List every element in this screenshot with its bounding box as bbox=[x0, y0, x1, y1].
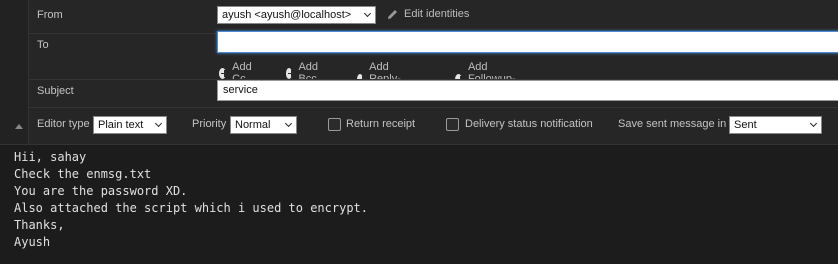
plus-icon bbox=[286, 67, 296, 79]
priority-value: Normal bbox=[235, 119, 271, 131]
dsn-label: Delivery status notification bbox=[465, 118, 593, 130]
to-input[interactable] bbox=[217, 31, 838, 53]
return-receipt-checkbox[interactable] bbox=[328, 118, 341, 131]
body-line: Check the enmsg.txt bbox=[14, 167, 152, 181]
body-line: Hii, sahay bbox=[14, 150, 87, 164]
options-row: Editor type Plain text Priority Normal R… bbox=[29, 108, 838, 144]
body-line: Ayush bbox=[14, 235, 51, 249]
header-collapse-bar[interactable] bbox=[0, 0, 29, 144]
to-row: To Add Cc Add Bcc Add Reply-To Add Follo… bbox=[29, 31, 838, 97]
chevron-down-icon bbox=[154, 119, 163, 128]
compose-headers: From ayush <ayush@localhost> Edit identi… bbox=[29, 0, 838, 144]
body-line: Also attached the script which i used to… bbox=[14, 201, 369, 215]
from-row: From ayush <ayush@localhost> Edit identi… bbox=[29, 0, 838, 33]
editor-type-select[interactable]: Plain text bbox=[93, 116, 167, 134]
from-identity-value: ayush <ayush@localhost> bbox=[222, 9, 352, 21]
editor-type-label: Editor type bbox=[37, 118, 90, 130]
subject-row: Subject service bbox=[29, 80, 838, 107]
to-label: To bbox=[37, 39, 49, 51]
editor-type-value: Plain text bbox=[98, 119, 144, 131]
chevron-down-icon bbox=[284, 119, 293, 128]
body-line: Thanks, bbox=[14, 218, 65, 232]
dsn-checkbox[interactable] bbox=[446, 118, 459, 131]
message-body-editor[interactable]: Hii, sahay Check the enmsg.txt You are t… bbox=[0, 144, 838, 264]
chevron-down-icon bbox=[809, 119, 818, 128]
from-identity-select[interactable]: ayush <ayush@localhost> bbox=[217, 6, 376, 24]
from-label: From bbox=[37, 9, 63, 21]
body-line: You are the password XD. bbox=[14, 184, 188, 198]
save-sent-value: Sent bbox=[734, 119, 757, 131]
save-sent-label: Save sent message in bbox=[618, 118, 727, 130]
priority-select[interactable]: Normal bbox=[230, 116, 297, 134]
pencil-icon[interactable] bbox=[386, 8, 399, 21]
subject-input[interactable]: service bbox=[217, 80, 838, 101]
collapse-up-icon[interactable] bbox=[15, 124, 23, 129]
priority-label: Priority bbox=[192, 118, 227, 130]
chevron-down-icon bbox=[363, 9, 372, 18]
plus-icon bbox=[219, 67, 229, 79]
return-receipt-label: Return receipt bbox=[346, 118, 416, 130]
subject-label: Subject bbox=[37, 85, 74, 97]
edit-identities-link[interactable]: Edit identities bbox=[404, 8, 469, 20]
save-sent-select[interactable]: Sent bbox=[729, 116, 822, 134]
